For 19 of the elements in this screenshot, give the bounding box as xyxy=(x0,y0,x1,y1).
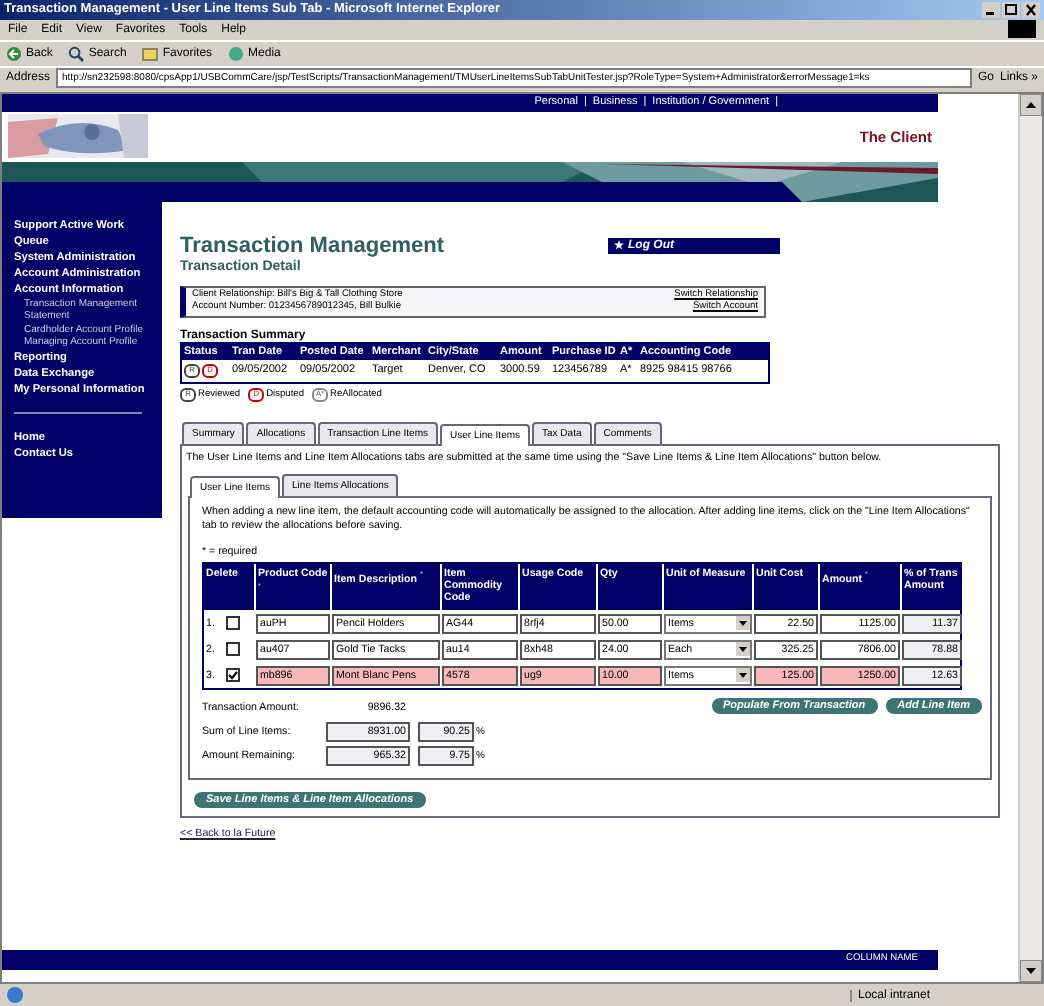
back-arrow-icon xyxy=(6,45,22,62)
scroll-up-icon[interactable] xyxy=(1020,93,1042,116)
page-title: Transaction Management xyxy=(180,233,447,258)
media-icon xyxy=(228,45,245,62)
dropdown-arrow-icon xyxy=(736,616,750,631)
scrollbar[interactable] xyxy=(1018,93,1042,983)
checkbox[interactable] xyxy=(226,642,240,657)
checkbox[interactable] xyxy=(226,668,240,683)
checkbox[interactable] xyxy=(226,616,240,631)
page-icon xyxy=(6,986,24,1004)
folder-icon xyxy=(142,45,159,62)
dropdown-arrow-icon xyxy=(736,642,750,657)
close-icon[interactable] xyxy=(1022,1,1040,18)
dropdown-arrow-icon xyxy=(736,668,750,683)
star-icon xyxy=(614,240,624,251)
maximize-icon[interactable] xyxy=(1002,1,1020,18)
minimize-icon[interactable] xyxy=(982,1,1000,18)
search-icon xyxy=(68,45,85,62)
scroll-down-icon[interactable] xyxy=(1020,960,1042,983)
